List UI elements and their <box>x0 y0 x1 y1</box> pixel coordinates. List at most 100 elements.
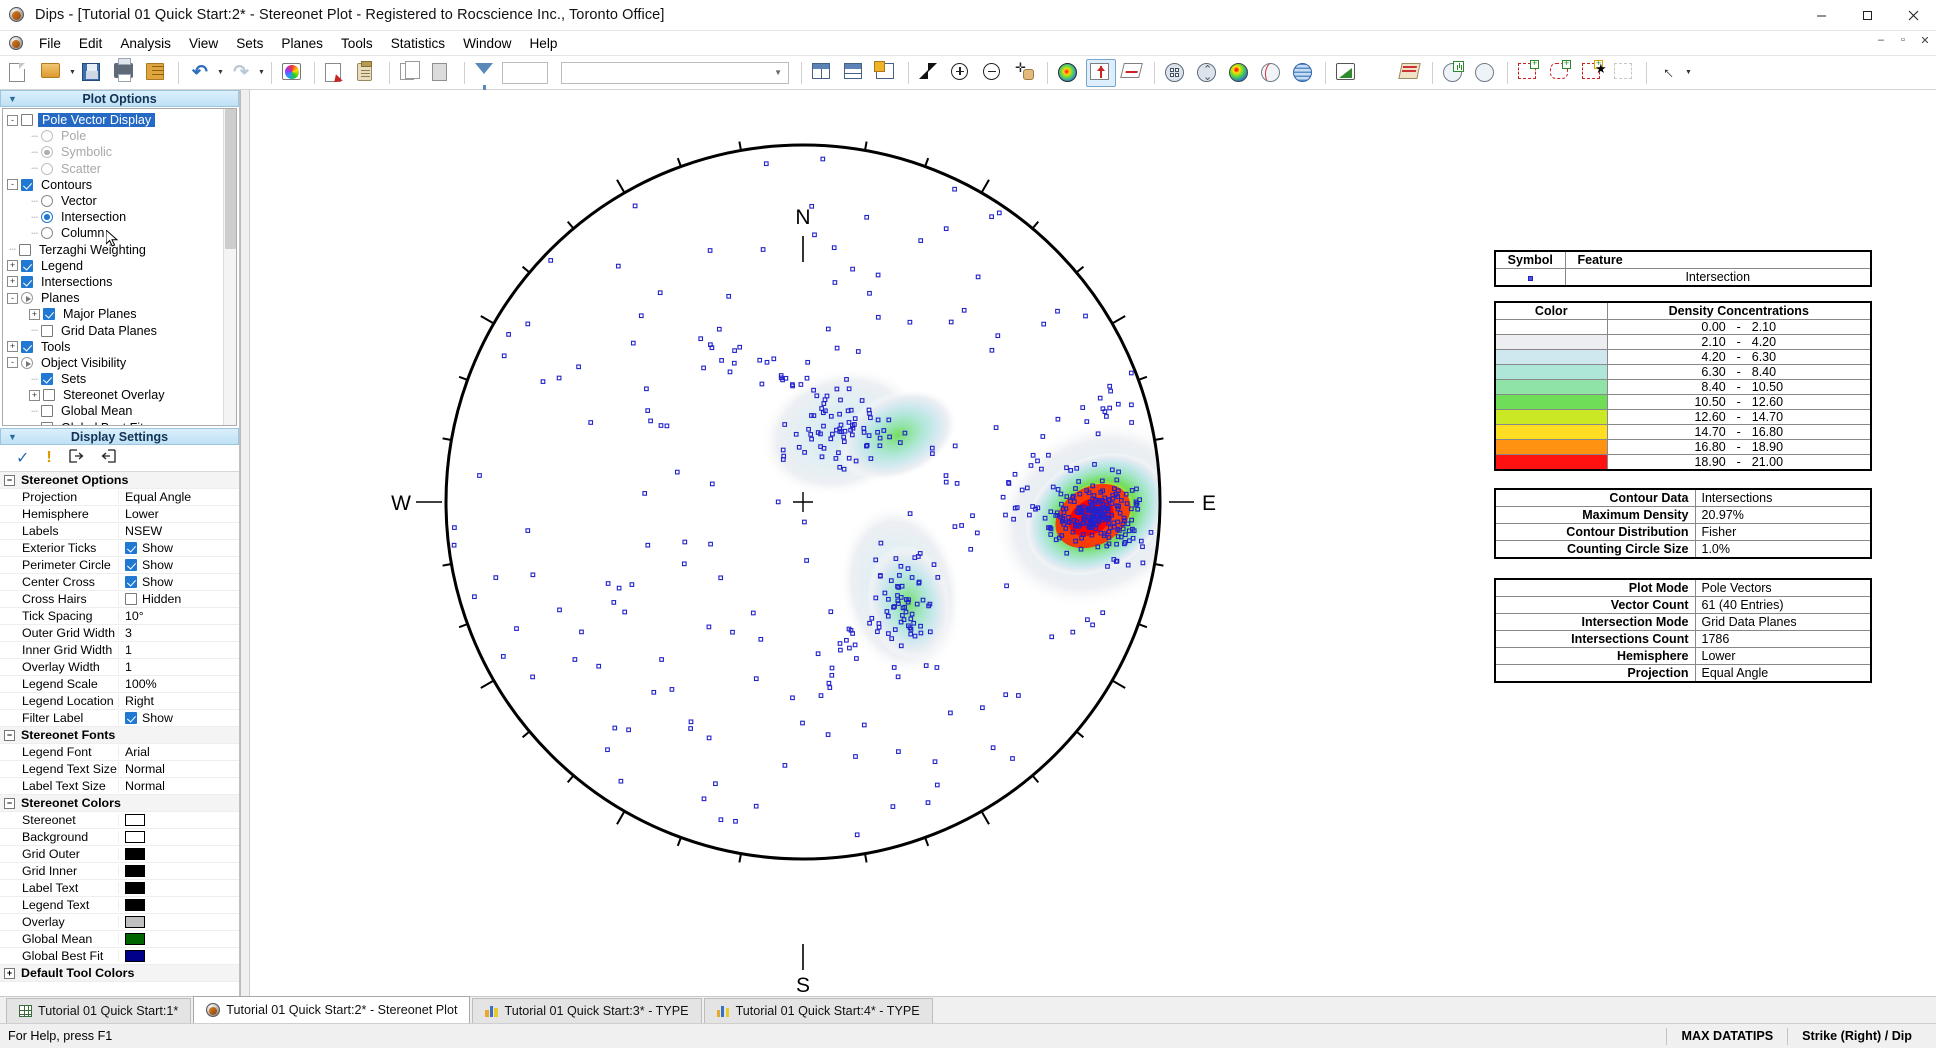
tree-expander[interactable]: + <box>7 260 18 271</box>
export-settings-icon[interactable] <box>69 449 84 468</box>
menu-file[interactable]: File <box>30 33 70 54</box>
save-icon[interactable] <box>78 59 108 87</box>
undo-dropdown-caret-icon[interactable]: ▼ <box>216 62 225 84</box>
stereonet-plot-canvas[interactable]: N E S W Symbol Feature Intersection <box>240 90 1936 996</box>
stereonet-plot-icon[interactable] <box>1054 59 1084 87</box>
zoom-in-icon[interactable] <box>947 59 977 87</box>
tree-checkbox[interactable] <box>41 405 53 417</box>
setting-row-labels[interactable]: LabelsNSEW <box>0 523 239 540</box>
menu-view[interactable]: View <box>180 33 227 54</box>
apply-check-icon[interactable]: ✓ <box>16 448 29 468</box>
add-plane-icon[interactable] <box>1439 59 1469 87</box>
menu-window[interactable]: Window <box>454 33 520 54</box>
tree-checkbox[interactable] <box>21 276 33 288</box>
scatter-sphere-icon[interactable] <box>1161 59 1191 87</box>
select-plane-icon[interactable] <box>1471 59 1501 87</box>
tree-radio[interactable] <box>41 227 53 239</box>
setting-row-projection[interactable]: ProjectionEqual Angle <box>0 489 239 506</box>
tree-item-global-mean[interactable]: ┄Global Mean <box>7 403 236 419</box>
tree-item-intersection[interactable]: ┄Intersection <box>7 209 236 225</box>
add-region-icon[interactable] <box>1514 59 1544 87</box>
filter-combo-input[interactable]: ▼ <box>561 62 789 84</box>
wireframe-globe-icon[interactable] <box>1289 59 1319 87</box>
color-swatch[interactable] <box>125 882 145 894</box>
tree-item-planes[interactable]: -Planes <box>7 290 236 306</box>
tree-expander[interactable]: + <box>7 276 18 287</box>
setting-checkbox[interactable] <box>125 542 137 554</box>
setting-row-center-cross[interactable]: Center CrossShow <box>0 574 239 591</box>
display-settings-header[interactable]: ▼ Display Settings <box>0 428 239 445</box>
tree-checkbox[interactable] <box>19 244 31 256</box>
tree-expander[interactable]: - <box>7 179 18 190</box>
zoom-all-icon[interactable] <box>915 59 945 87</box>
inner-minimize-button[interactable]: – <box>1874 34 1888 47</box>
import-settings-icon[interactable] <box>101 449 116 468</box>
tree-item-major-planes[interactable]: +Major Planes <box>7 306 236 322</box>
settings-group-stereonet-colors[interactable]: −Stereonet Colors <box>0 795 239 812</box>
vector-sphere-icon[interactable] <box>1193 59 1223 87</box>
color-swatch[interactable] <box>125 865 145 877</box>
magic-region-icon[interactable]: ★ <box>1578 59 1608 87</box>
tree-expander[interactable]: + <box>7 341 18 352</box>
setting-row-grid-outer[interactable]: Grid Outer <box>0 846 239 863</box>
color-swatch[interactable] <box>125 831 145 843</box>
setting-row-background[interactable]: Background <box>0 829 239 846</box>
redo-icon[interactable]: ↷ <box>226 59 256 87</box>
new-file-icon[interactable] <box>5 59 35 87</box>
inner-restore-button[interactable]: ▫ <box>1896 34 1910 47</box>
book-icon[interactable] <box>142 59 172 87</box>
tree-checkbox[interactable] <box>41 325 53 337</box>
tree-expander[interactable]: - <box>7 357 18 368</box>
tree-item-global-best-fit[interactable]: ┄Global Best Fit <box>7 420 236 426</box>
setting-row-label-text-size[interactable]: Label Text SizeNormal <box>0 778 239 795</box>
tile-vertical-icon[interactable] <box>808 59 838 87</box>
plot-options-header[interactable]: ▼ Plot Options <box>0 90 239 107</box>
tree-node-icon[interactable] <box>21 292 33 304</box>
color-swatch[interactable] <box>125 933 145 945</box>
menu-help[interactable]: Help <box>520 33 566 54</box>
contour-ball-icon[interactable] <box>1225 59 1255 87</box>
tree-expander[interactable]: - <box>7 115 18 126</box>
color-swatch[interactable] <box>125 899 145 911</box>
doc-tab-4[interactable]: Tutorial 01 Quick Start:4* - TYPE <box>704 998 933 1023</box>
tree-node-icon[interactable] <box>21 357 33 369</box>
setting-row-filter-label[interactable]: Filter LabelShow <box>0 710 239 727</box>
status-datatips[interactable]: MAX DATATIPS <box>1666 1028 1787 1045</box>
setting-row-stereonet[interactable]: Stereonet <box>0 812 239 829</box>
setting-row-legend-font[interactable]: Legend FontArial <box>0 744 239 761</box>
setting-checkbox[interactable] <box>125 576 137 588</box>
tree-item-scatter[interactable]: ┄Scatter <box>7 161 236 177</box>
menu-sets[interactable]: Sets <box>227 33 272 54</box>
setting-row-global-best-fit[interactable]: Global Best Fit <box>0 948 239 965</box>
tree-item-legend[interactable]: +Legend <box>7 258 236 274</box>
select-region-icon[interactable] <box>1610 59 1640 87</box>
color-swatch[interactable] <box>125 848 145 860</box>
group-expander[interactable]: − <box>4 730 15 741</box>
tree-item-pole-vector-display[interactable]: -Pole Vector Display <box>7 112 236 128</box>
tree-item-sets[interactable]: ┄Sets <box>7 371 236 387</box>
tile-horizontal-icon[interactable] <box>840 59 870 87</box>
wedge-icon[interactable] <box>1396 59 1426 87</box>
group-expander[interactable]: + <box>4 968 15 979</box>
tree-checkbox[interactable] <box>43 308 55 320</box>
axes-plot-icon[interactable] <box>1086 59 1116 87</box>
setting-row-legend-text-size[interactable]: Legend Text SizeNormal <box>0 761 239 778</box>
group-expander[interactable]: − <box>4 798 15 809</box>
display-settings-grid[interactable]: −Stereonet OptionsProjectionEqual AngleH… <box>0 472 239 996</box>
tree-item-terzaghi-weighting[interactable]: ┄Terzaghi Weighting <box>7 242 236 258</box>
tree-checkbox[interactable] <box>43 389 55 401</box>
open-dropdown-caret-icon[interactable]: ▼ <box>68 62 77 84</box>
measure-arrow-icon[interactable]: ↑ <box>1653 59 1683 87</box>
pan-icon[interactable] <box>1011 59 1041 87</box>
setting-row-outer-grid-width[interactable]: Outer Grid Width3 <box>0 625 239 642</box>
tree-checkbox[interactable] <box>21 179 33 191</box>
tree-item-pole[interactable]: ┄Pole <box>7 128 236 144</box>
arc-sphere-icon[interactable] <box>1257 59 1287 87</box>
collapse-triangle-icon[interactable]: ▼ <box>8 94 17 104</box>
menu-planes[interactable]: Planes <box>272 33 332 54</box>
histogram-icon[interactable] <box>1364 59 1394 87</box>
status-mode[interactable]: Strike (Right) / Dip <box>1787 1028 1926 1045</box>
doc-tab-1[interactable]: Tutorial 01 Quick Start:1* <box>6 998 191 1023</box>
minimize-button[interactable] <box>1798 0 1844 31</box>
tree-expander[interactable]: - <box>7 293 18 304</box>
